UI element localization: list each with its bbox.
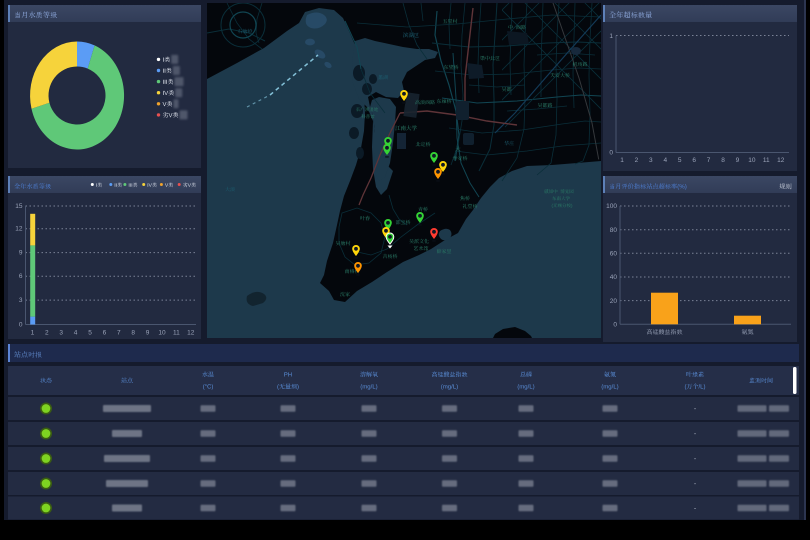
svg-text:1: 1 (31, 330, 35, 337)
svg-text:4: 4 (663, 157, 667, 164)
svg-text:11: 11 (763, 157, 770, 164)
svg-text:3: 3 (59, 330, 63, 337)
svg-text:12: 12 (777, 157, 785, 164)
svg-text:6: 6 (103, 330, 107, 337)
svg-text:9: 9 (146, 330, 150, 337)
svg-text:2: 2 (635, 157, 639, 164)
svg-text:0: 0 (613, 322, 617, 329)
svg-text:6: 6 (19, 273, 23, 280)
svg-text:60: 60 (610, 251, 618, 258)
svg-text:8: 8 (131, 330, 135, 337)
svg-text:12: 12 (15, 226, 23, 233)
svg-text:9: 9 (736, 157, 740, 164)
svg-text:4: 4 (74, 330, 78, 337)
svg-text:1: 1 (609, 33, 613, 40)
svg-text:15: 15 (15, 203, 23, 210)
svg-text:2: 2 (45, 330, 49, 337)
svg-text:3: 3 (649, 157, 653, 164)
svg-text:8: 8 (721, 157, 725, 164)
svg-text:12: 12 (187, 330, 195, 337)
svg-text:10: 10 (748, 157, 756, 164)
svg-text:9: 9 (19, 250, 23, 257)
svg-text:0: 0 (19, 322, 23, 329)
svg-text:100: 100 (606, 203, 617, 210)
svg-text:5: 5 (678, 157, 682, 164)
svg-text:7: 7 (707, 157, 711, 164)
svg-text:7: 7 (117, 330, 121, 337)
svg-text:20: 20 (610, 298, 618, 305)
svg-text:80: 80 (610, 227, 618, 234)
svg-text:6: 6 (692, 157, 696, 164)
svg-text:5: 5 (88, 330, 92, 337)
svg-text:10: 10 (158, 330, 166, 337)
svg-text:0: 0 (609, 150, 613, 157)
svg-text:11: 11 (173, 330, 180, 337)
svg-text:3: 3 (19, 297, 23, 304)
svg-text:40: 40 (610, 274, 618, 281)
svg-text:1: 1 (620, 157, 624, 164)
